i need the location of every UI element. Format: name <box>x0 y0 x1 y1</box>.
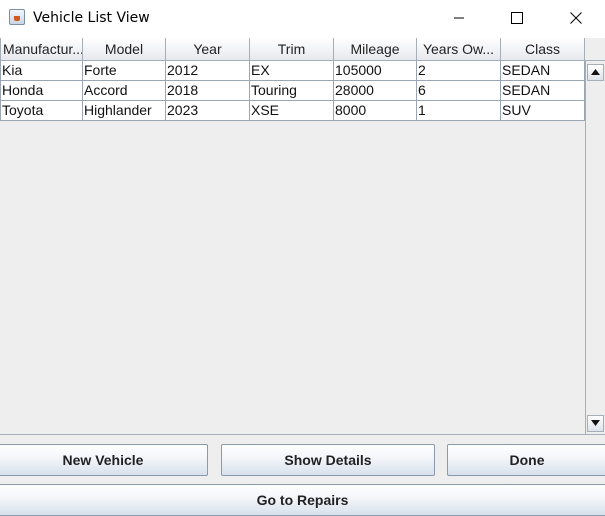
close-button[interactable] <box>553 0 599 37</box>
arrow-up-icon <box>591 69 600 75</box>
column-header-model[interactable]: Model <box>83 38 166 61</box>
table-border <box>0 434 605 435</box>
column-header-trim[interactable]: Trim <box>250 38 334 61</box>
cell-class[interactable]: SEDAN <box>501 81 585 101</box>
column-header-mileage[interactable]: Mileage <box>334 38 417 61</box>
cell-manufacturer[interactable]: Toyota <box>0 101 83 121</box>
new-vehicle-button[interactable]: New Vehicle <box>0 444 208 476</box>
show-details-button[interactable]: Show Details <box>221 444 435 476</box>
java-icon <box>9 9 25 25</box>
cell-mileage[interactable]: 28000 <box>334 81 417 101</box>
window-title: Vehicle List View <box>33 10 150 26</box>
cell-manufacturer[interactable]: Honda <box>0 81 83 101</box>
cell-trim[interactable]: Touring <box>250 81 334 101</box>
cell-year[interactable]: 2018 <box>166 81 250 101</box>
cell-years-owned[interactable]: 1 <box>417 101 501 121</box>
scroll-up-button[interactable] <box>587 64 604 81</box>
cell-model[interactable]: Forte <box>83 61 166 81</box>
title-bar: Vehicle List View <box>0 0 605 37</box>
cell-year[interactable]: 2012 <box>166 61 250 81</box>
maximize-button[interactable] <box>494 0 540 37</box>
cell-manufacturer[interactable]: Kia <box>0 61 83 81</box>
arrow-down-icon <box>591 420 600 426</box>
minimize-icon <box>454 17 464 19</box>
done-button[interactable]: Done <box>447 444 605 476</box>
cell-year[interactable]: 2023 <box>166 101 250 121</box>
cell-years-owned[interactable]: 6 <box>417 81 501 101</box>
cell-years-owned[interactable]: 2 <box>417 61 501 81</box>
cell-trim[interactable]: EX <box>250 61 334 81</box>
vehicle-table: Manufactur... Model Year Trim Mileage Ye… <box>0 38 605 435</box>
header-corner <box>585 38 605 61</box>
scroll-down-button[interactable] <box>587 415 604 432</box>
cell-model[interactable]: Accord <box>83 81 166 101</box>
maximize-icon <box>511 12 523 24</box>
table-row[interactable]: Honda Accord 2018 Touring 28000 6 SEDAN <box>0 81 585 101</box>
cell-mileage[interactable]: 105000 <box>334 61 417 81</box>
table-row[interactable]: Toyota Highlander 2023 XSE 8000 1 SUV <box>0 101 585 121</box>
cell-class[interactable]: SEDAN <box>501 61 585 81</box>
content-pane: Manufactur... Model Year Trim Mileage Ye… <box>0 38 605 516</box>
cell-model[interactable]: Highlander <box>83 101 166 121</box>
column-header-class[interactable]: Class <box>501 38 585 61</box>
cell-class[interactable]: SUV <box>501 101 585 121</box>
table-row[interactable]: Kia Forte 2012 EX 105000 2 SEDAN <box>0 61 585 81</box>
vertical-scrollbar[interactable] <box>585 61 605 435</box>
cell-trim[interactable]: XSE <box>250 101 334 121</box>
table-body: Kia Forte 2012 EX 105000 2 SEDAN Honda A… <box>0 61 585 121</box>
column-header-manufacturer[interactable]: Manufactur... <box>0 38 83 61</box>
close-icon <box>570 12 582 24</box>
column-header-years-owned[interactable]: Years Ow... <box>417 38 501 61</box>
column-header-year[interactable]: Year <box>166 38 250 61</box>
go-to-repairs-button[interactable]: Go to Repairs <box>0 484 605 516</box>
table-header: Manufactur... Model Year Trim Mileage Ye… <box>0 38 585 61</box>
minimize-button[interactable] <box>436 0 482 37</box>
cell-mileage[interactable]: 8000 <box>334 101 417 121</box>
